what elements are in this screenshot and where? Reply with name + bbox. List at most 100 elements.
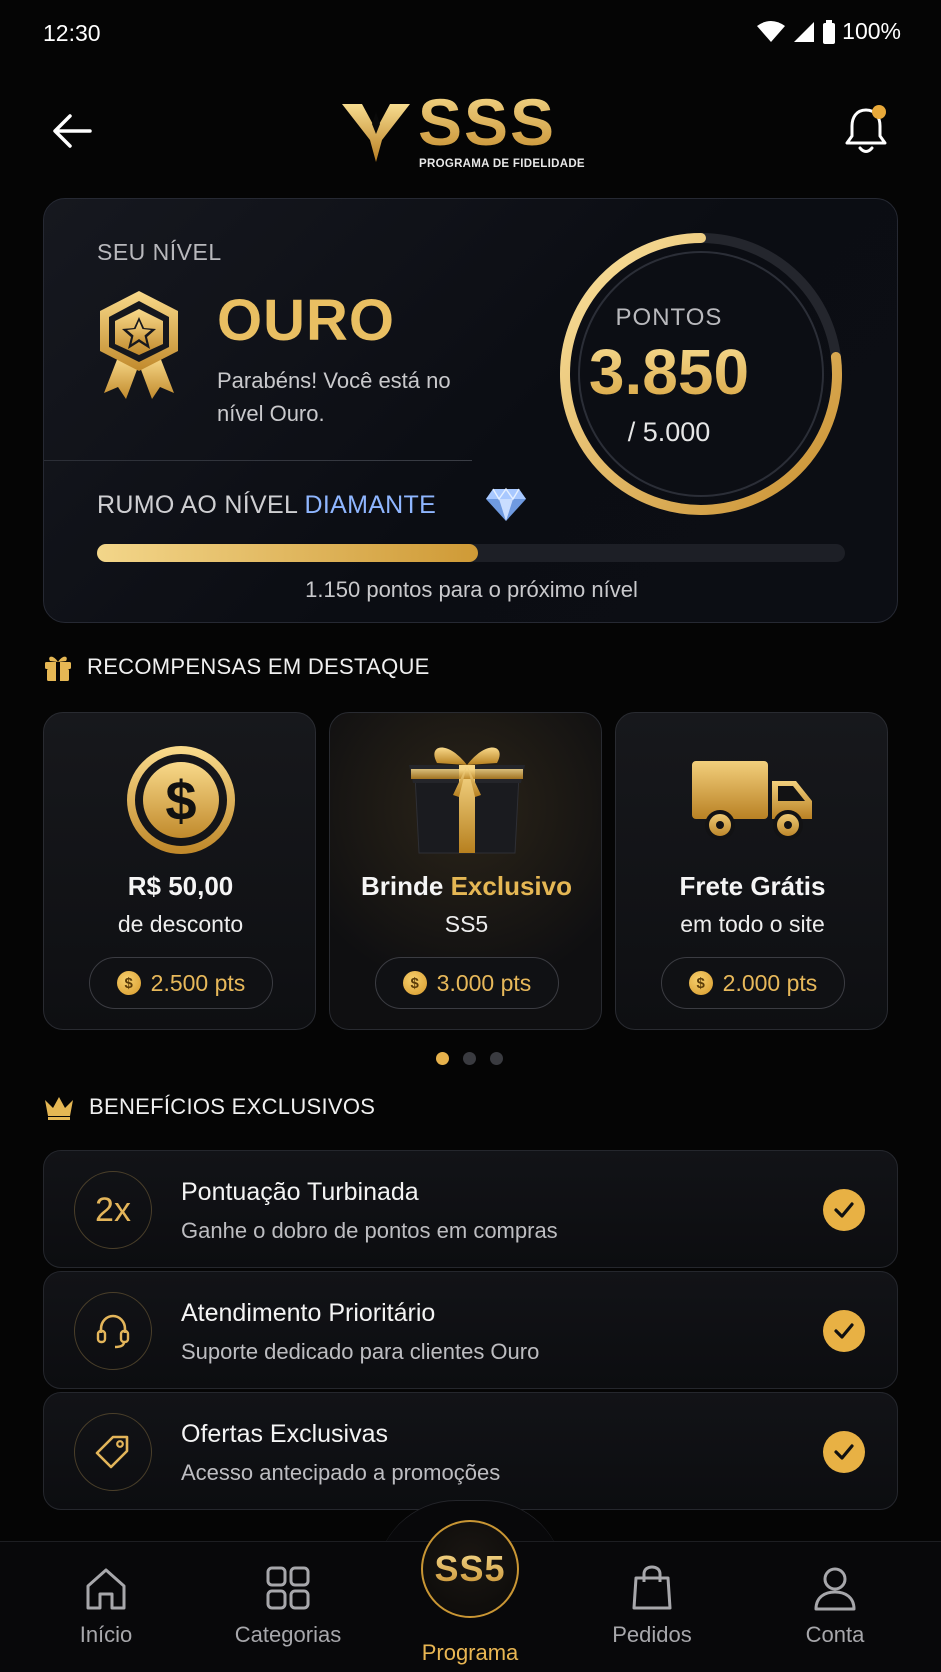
reward-card-shipping[interactable]: Frete Grátis em todo o site $ 2.000 pts <box>615 712 888 1030</box>
level-name: OURO <box>217 288 395 353</box>
reward-title-prefix: Brinde <box>361 871 451 901</box>
diamond-icon <box>486 487 526 521</box>
gift-icon <box>45 656 71 681</box>
nav-label: Categorias <box>234 1622 342 1647</box>
delivery-truck-icon <box>691 761 812 840</box>
benefit-item[interactable]: Ofertas Exclusivas Acesso antecipado a p… <box>43 1392 898 1510</box>
next-level-label: RUMO AO NÍVEL DIAMANTE <box>97 491 436 520</box>
nav-item-programa[interactable]: Programa <box>390 1640 550 1666</box>
rewards-carousel[interactable]: $ R$ 50,00 de desconto $ 2.500 pts Brind… <box>43 712 941 1032</box>
benefit-title: Pontuação Turbinada <box>181 1178 419 1206</box>
reward-title-highlight: Exclusivo <box>450 871 572 901</box>
reward-card-discount[interactable]: $ R$ 50,00 de desconto $ 2.500 pts <box>43 712 316 1030</box>
card-divider <box>44 460 472 461</box>
level-description: Parabéns! Você está no nível Ouro. <box>217 368 451 426</box>
coin-icon: $ <box>402 971 427 995</box>
shopping-bag-icon <box>632 1565 672 1610</box>
reward-title: R$ 50,00 <box>127 871 234 901</box>
logo-subtitle: PROGRAMA DE FIDELIDADE <box>419 158 585 170</box>
dollar-coin-icon: $ <box>126 746 235 854</box>
wifi-icon <box>757 20 786 42</box>
nav-item-conta[interactable]: Conta <box>755 1564 915 1648</box>
notification-dot <box>872 105 886 119</box>
level-caption: SEU NÍVEL <box>97 239 222 265</box>
app-header: SSS PROGRAMA DE FIDELIDADE <box>0 80 941 180</box>
progress-note: 1.150 pontos para o próximo nível <box>305 577 638 602</box>
nav-label: Programa <box>421 1640 519 1665</box>
headset-icon <box>74 1292 152 1370</box>
arrow-left-icon <box>53 114 92 148</box>
nav-label: Conta <box>805 1622 865 1647</box>
benefit-title: Atendimento Prioritário <box>181 1299 436 1327</box>
user-icon <box>814 1567 856 1611</box>
nav-label: Início <box>79 1622 133 1647</box>
nav-item-inicio[interactable]: Início <box>26 1564 186 1648</box>
status-bar: 12:30 100% <box>0 0 941 70</box>
reward-subtitle: em todo o site <box>680 911 825 937</box>
tag-icon <box>74 1413 152 1491</box>
svg-text:$: $ <box>165 769 196 832</box>
sss-logo-icon: SS5 <box>434 1548 506 1589</box>
program-center-button[interactable]: SS5 <box>421 1520 519 1618</box>
benefit-title: Ofertas Exclusivas <box>181 1420 389 1448</box>
brand-emblem-icon <box>342 104 410 162</box>
signal-icon <box>794 21 815 42</box>
bell-icon <box>845 105 887 153</box>
grid-icon <box>266 1566 310 1610</box>
back-button[interactable] <box>48 106 98 156</box>
next-level-name: DIAMANTE <box>304 491 437 519</box>
next-level-progress <box>97 544 845 562</box>
level-card: SEU NÍVEL OURO Parabéns! Você está no ní… <box>43 198 898 623</box>
reward-points: 2.500 pts <box>150 969 246 996</box>
rewards-title-text: RECOMPENSAS EM DESTAQUE <box>87 654 430 679</box>
reward-title: Brinde Exclusivo <box>330 871 601 902</box>
reward-card-gift[interactable]: Brinde Exclusivo SS5 $ 3.000 pts <box>329 712 602 1030</box>
coin-icon: $ <box>116 971 141 995</box>
benefit-item[interactable]: Atendimento Prioritário Suporte dedicado… <box>43 1271 898 1389</box>
points-value: 3.850 <box>564 335 774 409</box>
reward-title: Frete Grátis <box>679 871 826 901</box>
reward-subtitle: de desconto <box>117 911 244 937</box>
notifications-button[interactable] <box>841 102 891 158</box>
gold-medal-icon <box>100 291 178 399</box>
status-time: 12:30 <box>43 20 101 46</box>
next-level-prefix: RUMO AO NÍVEL <box>97 491 298 519</box>
benefit-icon-2x: 2x <box>74 1171 152 1249</box>
reward-points-pill: $ 2.500 pts <box>89 957 273 1009</box>
carousel-dot[interactable] <box>436 1052 449 1065</box>
reward-points: 2.000 pts <box>722 969 818 996</box>
benefits-title-text: BENEFÍCIOS EXCLUSIVOS <box>89 1094 376 1119</box>
points-total: / 5.000 <box>627 417 711 447</box>
check-icon <box>823 1431 865 1473</box>
carousel-dot[interactable] <box>463 1052 476 1065</box>
check-icon <box>823 1189 865 1231</box>
coin-icon: $ <box>688 971 713 995</box>
progress-fill <box>97 544 479 562</box>
carousel-dot[interactable] <box>490 1052 503 1065</box>
benefit-description: Ganhe o dobro de pontos em compras <box>181 1218 558 1243</box>
brand-logo: SSS PROGRAMA DE FIDELIDADE <box>340 85 600 170</box>
crown-icon <box>45 1097 73 1120</box>
reward-subtitle: SS5 <box>444 911 489 937</box>
nav-item-categorias[interactable]: Categorias <box>208 1564 368 1648</box>
check-icon <box>823 1310 865 1352</box>
nav-item-pedidos[interactable]: Pedidos <box>572 1564 732 1648</box>
home-icon <box>86 1568 126 1610</box>
rewards-section-title: RECOMPENSAS EM DESTAQUE <box>43 652 430 682</box>
battery-level: 100% <box>842 18 901 44</box>
benefit-item[interactable]: 2x Pontuação Turbinada Ganhe o dobro de … <box>43 1150 898 1268</box>
reward-points-pill: $ 3.000 pts <box>375 957 559 1009</box>
reward-points-pill: $ 2.000 pts <box>661 957 845 1009</box>
gift-box-icon <box>408 747 525 854</box>
benefit-icon-text: 2x <box>95 1190 131 1229</box>
logo-text: SSS <box>418 85 557 159</box>
carousel-pagination <box>436 1052 503 1065</box>
reward-points: 3.000 pts <box>436 969 532 996</box>
status-icons: 100% <box>756 18 901 45</box>
nav-label: Pedidos <box>612 1622 692 1647</box>
battery-icon <box>823 19 836 44</box>
points-label: PONTOS <box>615 304 723 331</box>
benefit-description: Suporte dedicado para clientes Ouro <box>181 1339 540 1364</box>
benefit-description: Acesso antecipado a promoções <box>181 1460 501 1485</box>
benefits-section-title: BENEFÍCIOS EXCLUSIVOS <box>43 1094 375 1120</box>
